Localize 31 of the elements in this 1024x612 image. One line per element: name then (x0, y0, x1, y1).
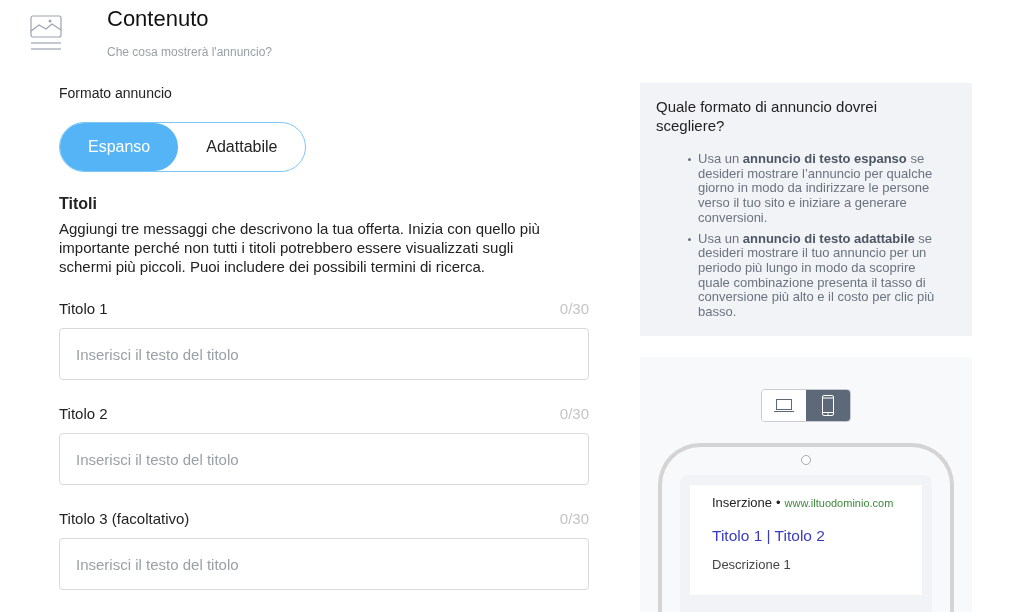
smartphone-icon (822, 394, 834, 416)
ad-url: www.iltuodominio.com (784, 495, 894, 511)
bullet-icon (688, 158, 691, 161)
ad-label: Inserzione (712, 494, 772, 511)
headline-input[interactable]: Inserisci il testo del titolo (59, 433, 589, 485)
character-counter: 0/30 (559, 509, 589, 529)
image-text-icon (30, 15, 62, 51)
ad-description: Descrizione 1 (712, 556, 791, 573)
character-counter: 0/30 (559, 404, 589, 424)
headline-input[interactable]: Inserisci il testo del titolo (59, 328, 589, 380)
help-text: Usa un annuncio di testo espanso se desideri mostrare l’annuncio per qualche giorno in modo da indirizzare le persone verso il tuo sito e iniziare a generare conversioni. (698, 152, 934, 226)
character-counter: 0/30 (559, 299, 589, 319)
section-subtitle: Che cosa mostrerà l'annuncio? (107, 44, 273, 60)
bullet-icon (688, 237, 691, 241)
section-title: Contenuto (107, 5, 209, 33)
format-label: Formato annuncio (59, 84, 172, 102)
help-title: Quale formato di annuncio dovrei scegliere? (656, 97, 878, 135)
camera-icon (801, 454, 811, 465)
device-button[interactable] (762, 389, 806, 421)
ad-separator: • (776, 494, 781, 511)
field-label: Titolo 2 (59, 404, 108, 424)
format-option[interactable]: Adattabile (178, 123, 306, 171)
field-label: Titolo 3 (facoltativo) (59, 509, 190, 529)
headlines-title: Titoli (59, 194, 97, 214)
headlines-description: Aggiungi tre messaggi che descrivono la tua offerta. Inizia con quello più importante perché non tutti i titoli potrebbero essere visualizzati sugli schermi più piccoli. Puoi includere dei possibili termini di ricerca. (59, 219, 541, 276)
laptop-icon (774, 398, 794, 412)
field-label: Titolo 1 (59, 299, 108, 319)
ad-headline: Titolo 1 | Titolo 2 (712, 525, 825, 546)
device-button[interactable] (806, 389, 850, 421)
help-text: Usa un annuncio di testo adattabile se desideri mostrare il tuo annuncio per un periodo più lungo in modo da scoprire quale combinazione presenta il tasso di conversione più alto e il costo per clic più basso. (698, 231, 936, 320)
headline-input[interactable]: Inserisci il testo del titolo (59, 538, 589, 590)
